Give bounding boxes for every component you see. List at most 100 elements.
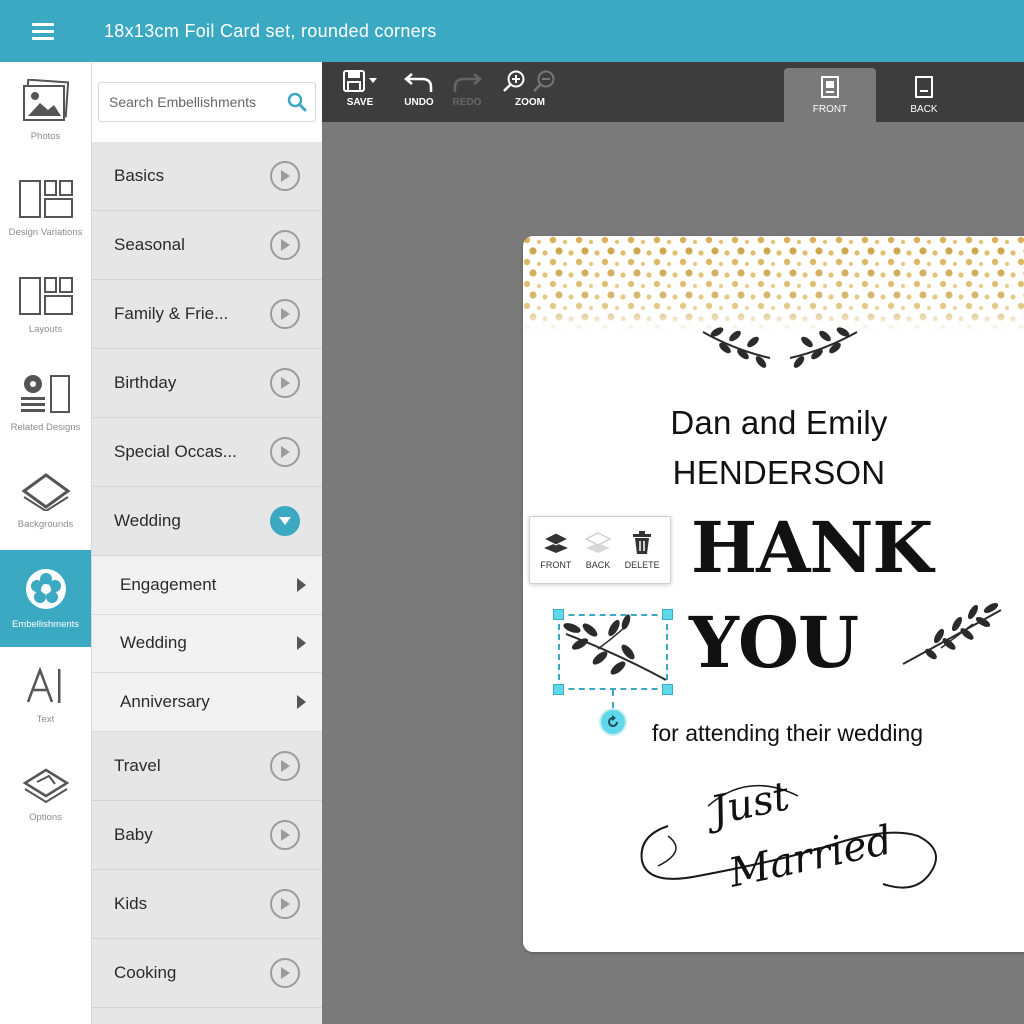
category-basics[interactable]: Basics xyxy=(92,142,322,211)
resize-handle-top-left[interactable] xyxy=(553,609,564,620)
redo-button[interactable]: REDO xyxy=(452,70,482,108)
zoom-control: ZOOM xyxy=(502,70,558,108)
save-button[interactable]: SAVE xyxy=(342,70,378,108)
app-header: 18x13cm Foil Card set, rounded corners xyxy=(0,0,1024,62)
play-arrow-icon xyxy=(270,161,300,191)
category-label: Family & Frie... xyxy=(114,304,229,323)
layers-front-icon xyxy=(542,531,569,553)
search-input[interactable] xyxy=(109,94,279,110)
rail-label: Backgrounds xyxy=(17,519,74,531)
category-birthday[interactable]: Birthday xyxy=(92,349,322,418)
trash-icon xyxy=(633,530,652,554)
save-label: SAVE xyxy=(346,97,374,108)
tab-front-label: FRONT xyxy=(812,103,848,115)
play-arrow-icon xyxy=(270,750,300,781)
tab-back[interactable]: BACK xyxy=(878,68,970,122)
rail-photos[interactable]: Photos xyxy=(0,62,91,160)
category-travel[interactable]: Travel xyxy=(92,731,322,801)
category-label: Travel xyxy=(114,755,161,775)
thank-text[interactable]: HANK xyxy=(691,506,933,589)
layers-back-icon xyxy=(584,531,612,553)
element-context-menu: FRONT BACK DELETE xyxy=(529,516,671,584)
send-to-back-button[interactable]: BACK xyxy=(584,531,612,570)
sprig-right-ornament xyxy=(902,602,1002,665)
play-arrow-icon xyxy=(270,957,300,988)
flower-icon xyxy=(25,568,66,609)
rail-design-variations[interactable]: Design Variations xyxy=(0,160,91,258)
rail-label: Text xyxy=(36,714,55,726)
bring-to-front-button[interactable]: FRONT xyxy=(540,531,571,570)
category-special-occasions[interactable]: Special Occas... xyxy=(92,418,322,487)
card-front-icon xyxy=(821,75,839,98)
back-label: BACK xyxy=(585,559,611,570)
rail-text[interactable]: Text xyxy=(0,647,91,745)
attending-text[interactable]: for attending their wedding xyxy=(652,720,923,747)
rail-embellishments[interactable]: Embellishments xyxy=(0,549,91,647)
zoom-in-icon[interactable] xyxy=(502,70,528,92)
tab-front[interactable]: FRONT xyxy=(784,68,876,122)
product-title: 18x13cm Foil Card set, rounded corners xyxy=(104,20,437,41)
search-box xyxy=(98,82,316,122)
category-family-friends[interactable]: Family & Frie... xyxy=(92,280,322,349)
category-label: Kids xyxy=(114,893,148,913)
category-label: Wedding xyxy=(114,511,181,530)
category-seasonal[interactable]: Seasonal xyxy=(92,211,322,280)
resize-handle-top-right[interactable] xyxy=(662,609,673,620)
rail-options[interactable]: Options xyxy=(0,745,91,843)
rail-label: Photos xyxy=(30,131,61,143)
card-back-icon xyxy=(915,75,933,98)
design-variations-icon xyxy=(18,179,73,218)
subcategory-wedding[interactable]: Wedding xyxy=(92,614,322,673)
category-kids[interactable]: Kids xyxy=(92,869,322,939)
category-wedding[interactable]: Wedding xyxy=(92,487,322,556)
resize-handle-bottom-left[interactable] xyxy=(553,684,564,695)
category-label: Birthday xyxy=(114,373,177,392)
text-icon xyxy=(26,666,60,704)
undo-button[interactable]: UNDO xyxy=(404,70,434,108)
you-text[interactable]: YOU xyxy=(689,601,859,684)
play-arrow-icon xyxy=(270,888,300,919)
category-cooking[interactable]: Cooking xyxy=(92,938,322,1008)
subcategory-anniversary[interactable]: Anniversary xyxy=(92,673,322,732)
rail-related-designs[interactable]: Related Designs xyxy=(0,355,91,453)
couple-names[interactable]: Dan and Emily xyxy=(523,404,1024,442)
tab-back-label: BACK xyxy=(910,103,938,115)
subcategory-label: Engagement xyxy=(120,574,217,594)
rotate-connector xyxy=(612,690,614,708)
embellishments-panel: Basics Seasonal Family & Frie... Birthda… xyxy=(92,62,322,1024)
rotate-icon xyxy=(608,715,618,727)
delete-button[interactable]: DELETE xyxy=(625,530,660,570)
selection-box[interactable] xyxy=(558,614,668,690)
editor-toolbar: SAVE UNDO REDO ZOOM FRONT BACK xyxy=(322,62,1024,122)
backgrounds-icon xyxy=(20,473,71,512)
couple-surname[interactable]: HENDERSON xyxy=(523,454,1024,492)
rail-label: Design Variations xyxy=(8,226,83,238)
rail-backgrounds[interactable]: Backgrounds xyxy=(0,452,91,550)
play-arrow-icon xyxy=(270,437,300,467)
caret-right-icon xyxy=(297,577,306,592)
resize-handle-bottom-right[interactable] xyxy=(662,684,673,695)
play-arrow-icon xyxy=(270,819,300,850)
hamburger-menu-button[interactable] xyxy=(0,0,86,62)
zoom-out-icon[interactable] xyxy=(532,70,558,92)
play-arrow-icon xyxy=(270,299,300,329)
zoom-label: ZOOM xyxy=(515,97,545,108)
layouts-icon xyxy=(18,277,73,316)
category-label: Seasonal xyxy=(114,235,185,254)
subcategory-label: Anniversary xyxy=(120,691,210,711)
rotate-handle[interactable] xyxy=(599,708,627,736)
caret-right-icon xyxy=(297,636,306,651)
tool-rail: Photos Design Variations Layouts Related… xyxy=(0,62,92,1024)
front-label: FRONT xyxy=(540,559,572,570)
undo-label: UNDO xyxy=(404,97,434,108)
subcategory-engagement[interactable]: Engagement xyxy=(92,556,322,615)
category-baby[interactable]: Baby xyxy=(92,800,322,870)
card-canvas[interactable]: Dan and Emily HENDERSON HANK YOU for att… xyxy=(523,236,1024,952)
rail-layouts[interactable]: Layouts xyxy=(0,257,91,355)
gold-confetti-pattern xyxy=(523,236,1024,331)
category-label: Baby xyxy=(114,824,153,844)
search-icon[interactable] xyxy=(287,92,307,112)
category-label: Special Occas... xyxy=(114,442,237,461)
rail-label: Options xyxy=(29,811,62,823)
laurel-top-ornament xyxy=(702,327,858,368)
